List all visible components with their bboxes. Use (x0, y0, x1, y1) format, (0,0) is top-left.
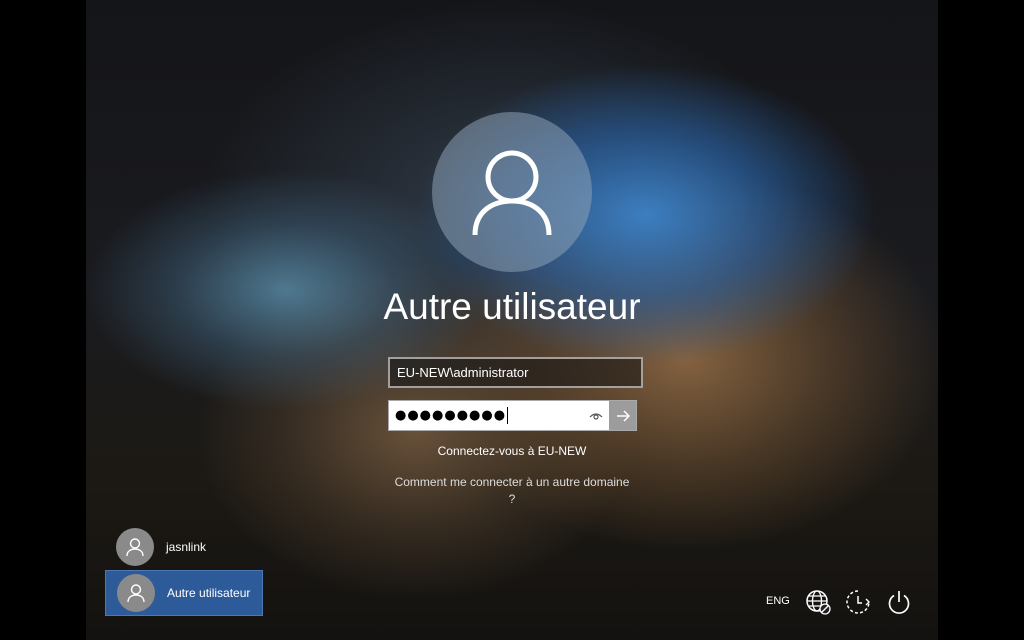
user-item-label: Autre utilisateur (167, 586, 251, 600)
password-input[interactable]: ●●●●●●●●● (395, 401, 509, 430)
username-input[interactable]: EU-NEW\administrator (388, 357, 643, 388)
login-screen: Autre utilisateur EU-NEW\administrator ●… (86, 0, 938, 640)
submit-button[interactable] (609, 401, 636, 430)
user-title: Autre utilisateur (383, 286, 641, 327)
user-avatar-small (117, 574, 155, 612)
user-item-other-user[interactable]: Autre utilisateur (105, 570, 263, 616)
text-caret (507, 407, 509, 424)
user-item-jasnlink[interactable]: jasnlink (105, 524, 263, 570)
arrow-right-icon (616, 409, 630, 422)
password-box: ●●●●●●●●● (388, 400, 637, 431)
user-silhouette-icon (127, 584, 145, 603)
user-avatar-small (116, 528, 154, 566)
user-silhouette-icon (472, 150, 552, 236)
language-indicator[interactable]: ENG (766, 595, 790, 607)
domain-signin-link[interactable]: Connectez-vous à EU-NEW (312, 444, 712, 458)
password-mask: ●●●●●●●●● (395, 408, 507, 423)
user-avatar (432, 112, 592, 272)
power-icon[interactable] (885, 588, 913, 616)
user-item-label: jasnlink (166, 540, 207, 554)
reveal-password-icon[interactable] (588, 408, 604, 424)
other-domain-help-link[interactable]: Comment me connecter à un autre domaine … (392, 474, 632, 508)
user-silhouette-icon (126, 538, 144, 557)
ease-of-access-icon[interactable] (844, 588, 872, 616)
network-icon[interactable] (804, 588, 832, 616)
